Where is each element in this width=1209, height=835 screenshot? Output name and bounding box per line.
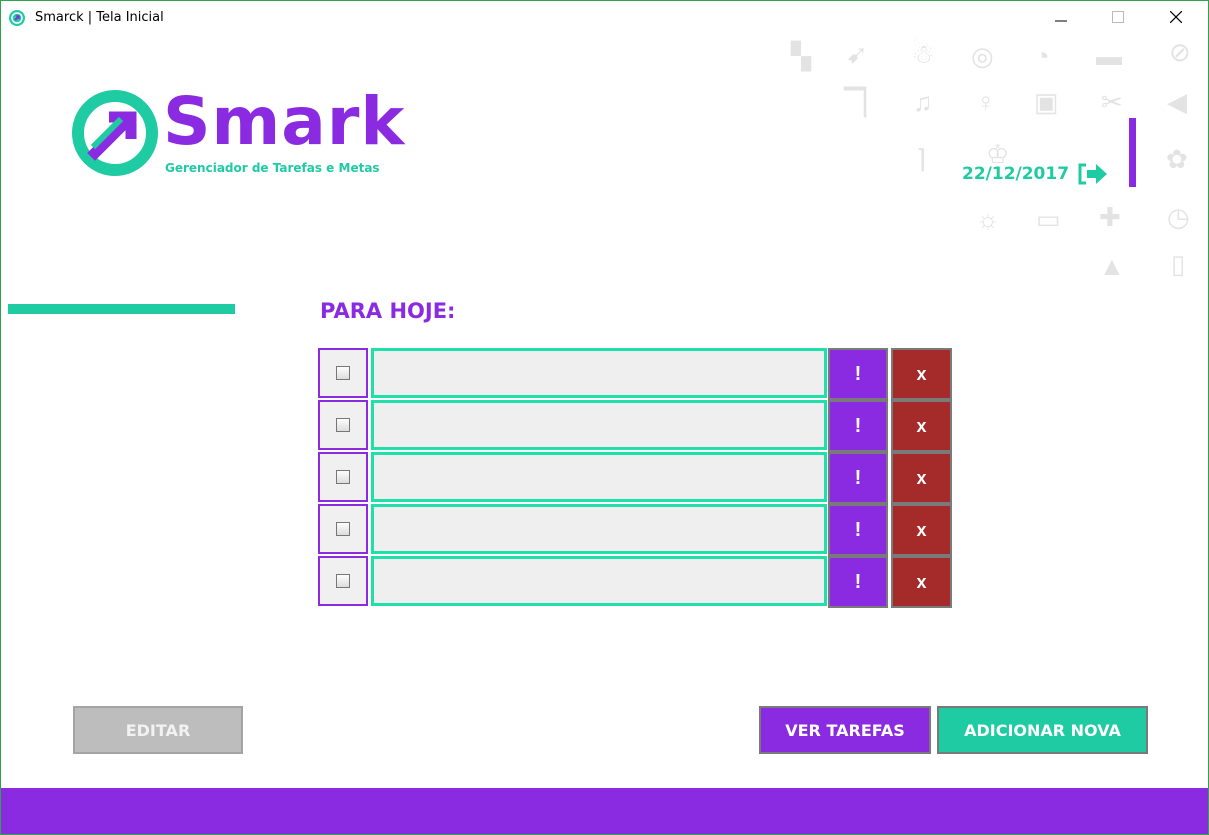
music-note-icon: ♫ <box>913 87 933 117</box>
task-delete-button[interactable]: x <box>891 556 952 608</box>
task-text-field[interactable] <box>371 400 827 450</box>
task-text-field[interactable] <box>371 348 827 398</box>
task-priority-button[interactable]: ! <box>828 348 888 400</box>
app-icon <box>9 10 25 26</box>
speedometer-icon: ◔ <box>1034 41 1050 71</box>
pin-icon: ▚ <box>791 41 811 71</box>
task-checkbox-cell <box>318 556 368 606</box>
battery-icon: ▭ <box>1036 204 1061 234</box>
logo-arrow-icon <box>72 90 158 176</box>
task-priority-button[interactable]: ! <box>828 504 888 556</box>
task-text-field[interactable] <box>371 452 827 502</box>
current-date: 22/12/2017 <box>962 164 1070 184</box>
play-icon: ▣ <box>1034 87 1059 117</box>
scissors-icon: ✂ <box>1101 87 1123 117</box>
close-icon <box>1170 11 1182 23</box>
task-priority-button[interactable]: ! <box>828 556 888 608</box>
flag-icon: ▔▏ <box>844 87 884 117</box>
paperclip-icon: ⊘ <box>1169 37 1191 67</box>
sun-icon: ☼ <box>976 204 1000 234</box>
task-text-field[interactable] <box>371 504 827 554</box>
task-text-field[interactable] <box>371 556 827 606</box>
task-delete-button[interactable]: x <box>891 452 952 504</box>
close-button[interactable] <box>1153 1 1199 33</box>
task-row: ! x <box>318 400 952 452</box>
task-delete-button[interactable]: x <box>891 504 952 556</box>
task-row: ! x <box>318 504 952 556</box>
task-checkbox[interactable] <box>336 522 350 536</box>
section-title: PARA HOJE: <box>320 299 456 323</box>
task-priority-button[interactable]: ! <box>828 452 888 504</box>
task-checkbox-cell <box>318 400 368 450</box>
logo-name: Smark <box>163 83 406 160</box>
footer-bar <box>1 788 1208 834</box>
compass-icon: ◎ <box>971 41 994 71</box>
header-accent-bar <box>1129 118 1136 187</box>
task-row: ! x <box>318 348 952 400</box>
tree-icon: ✿ <box>1166 144 1188 174</box>
task-list: ! x ! x ! x ! x ! x <box>318 348 952 608</box>
megaphone-icon: ◀ <box>1167 87 1187 117</box>
task-priority-button[interactable]: ! <box>828 400 888 452</box>
add-new-button[interactable]: ADICIONAR NOVA <box>937 706 1148 754</box>
edit-button[interactable]: EDITAR <box>73 706 243 754</box>
window-title: Smarck | Tela Inicial <box>35 10 164 25</box>
view-tasks-button[interactable]: VER TAREFAS <box>759 706 931 754</box>
task-checkbox-cell <box>318 452 368 502</box>
lightbulb-icon: ♀ <box>976 87 996 117</box>
snowman-icon: ☃ <box>911 39 935 69</box>
title-bar: Smarck | Tela Inicial <box>1 1 1208 39</box>
task-delete-button[interactable]: x <box>891 400 952 452</box>
minimize-icon <box>1055 20 1067 22</box>
task-checkbox[interactable] <box>336 418 350 432</box>
task-checkbox-cell <box>318 348 368 398</box>
flag-small-icon: ⌉ <box>916 144 927 174</box>
app-window: Smarck | Tela Inicial ▚ ➹ ☃ ◎ ◔ ▬ ⊘ ▔▏ ♫… <box>0 0 1209 835</box>
minimize-button[interactable] <box>1038 1 1084 33</box>
maximize-icon <box>1112 11 1124 23</box>
task-checkbox[interactable] <box>336 574 350 588</box>
graduation-cap-icon: ▲ <box>1099 251 1125 281</box>
puzzle-icon: ✚ <box>1099 202 1121 232</box>
logo-tagline: Gerenciador de Tarefas e Metas <box>165 161 380 175</box>
task-checkbox-cell <box>318 504 368 554</box>
car-icon: ▬ <box>1096 41 1122 71</box>
shopping-bag-icon: ▯ <box>1171 249 1186 279</box>
clock-icon: ◷ <box>1167 202 1190 232</box>
section-accent-bar <box>8 304 235 314</box>
logout-arrow-icon <box>1078 163 1107 185</box>
task-checkbox[interactable] <box>336 470 350 484</box>
task-checkbox[interactable] <box>336 366 350 380</box>
logout-button[interactable] <box>1077 160 1111 188</box>
maximize-button[interactable] <box>1095 1 1141 33</box>
task-row: ! x <box>318 452 952 504</box>
arrow-icon: ➹ <box>846 39 868 69</box>
task-row: ! x <box>318 556 952 608</box>
task-delete-button[interactable]: x <box>891 348 952 400</box>
